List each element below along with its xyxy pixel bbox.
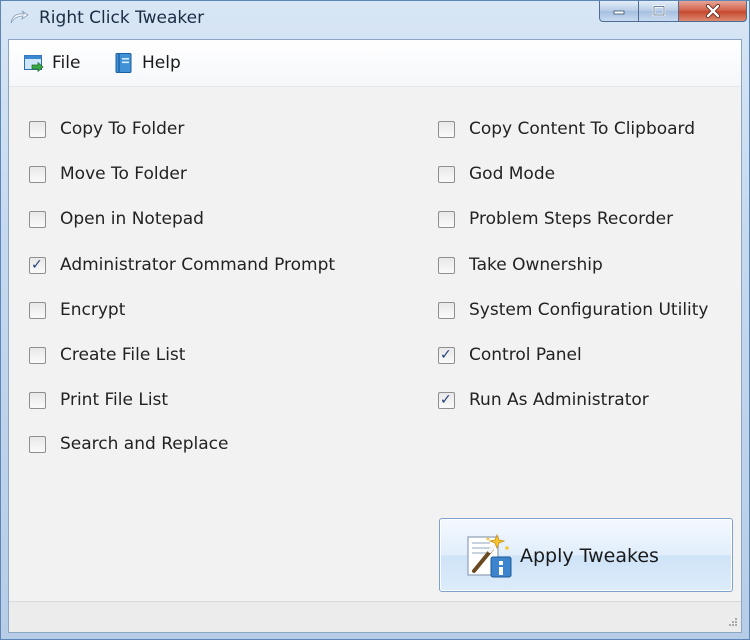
maximize-button[interactable] xyxy=(639,1,679,22)
option-label: Print File List xyxy=(60,390,169,410)
option-label: God Mode xyxy=(469,164,556,184)
check-icon: ✓ xyxy=(440,346,452,363)
menu-help[interactable]: Help xyxy=(113,50,181,76)
option-run-as-administrator[interactable]: ✓ Run As Administrator xyxy=(438,387,649,413)
menu-help-label: Help xyxy=(142,53,181,73)
app-icon xyxy=(10,10,29,24)
option-print-file-list[interactable]: Print File List xyxy=(29,387,168,413)
option-open-in-notepad[interactable]: Open in Notepad xyxy=(29,206,204,232)
option-control-panel[interactable]: ✓ Control Panel xyxy=(438,342,582,368)
option-label: Copy Content To Clipboard xyxy=(469,119,696,139)
window-controls xyxy=(599,1,747,23)
checkbox[interactable] xyxy=(29,435,46,453)
app-window: Right Click Tweaker File Help Copy To Fo… xyxy=(0,0,750,640)
minimize-button[interactable] xyxy=(599,1,639,22)
option-move-to-folder[interactable]: Move To Folder xyxy=(29,161,187,187)
option-label: Copy To Folder xyxy=(60,119,185,139)
menu-file[interactable]: File xyxy=(23,50,80,76)
checkbox[interactable] xyxy=(29,346,46,364)
menu-bar: File Help xyxy=(9,40,741,87)
checkbox[interactable] xyxy=(438,210,455,228)
checkbox[interactable] xyxy=(29,301,46,319)
magic-wand-icon xyxy=(467,533,512,578)
option-label: Search and Replace xyxy=(60,434,229,454)
option-copy-to-folder[interactable]: Copy To Folder xyxy=(29,116,184,142)
option-label: Take Ownership xyxy=(469,255,603,275)
option-label: Administrator Command Prompt xyxy=(60,255,336,275)
checkbox[interactable] xyxy=(29,120,46,138)
option-label: Control Panel xyxy=(469,345,582,365)
checkbox[interactable]: ✓ xyxy=(29,256,46,274)
apply-tweakes-button[interactable]: Apply Tweakes xyxy=(439,518,733,592)
option-system-configuration-utility[interactable]: System Configuration Utility xyxy=(438,297,709,323)
checkbox[interactable] xyxy=(29,210,46,228)
checkbox[interactable] xyxy=(29,165,46,183)
checkbox[interactable]: ✓ xyxy=(438,346,455,364)
minimize-icon xyxy=(613,10,625,15)
option-label: Move To Folder xyxy=(60,164,187,184)
close-button[interactable] xyxy=(679,1,747,22)
client-area: File Help Copy To Folder Move To Folder … xyxy=(8,39,742,633)
option-label: Problem Steps Recorder xyxy=(469,209,674,229)
resize-grip-icon[interactable] xyxy=(724,615,738,629)
option-label: Run As Administrator xyxy=(469,390,649,410)
menu-file-label: File xyxy=(52,53,81,73)
checkbox[interactable]: ✓ xyxy=(438,391,455,409)
option-label: System Configuration Utility xyxy=(469,300,709,320)
check-icon: ✓ xyxy=(440,391,452,408)
option-label: Encrypt xyxy=(60,300,126,320)
checkbox[interactable] xyxy=(438,120,455,138)
help-icon xyxy=(115,53,132,73)
checkbox[interactable] xyxy=(438,301,455,319)
check-icon: ✓ xyxy=(31,256,43,273)
checkbox[interactable] xyxy=(438,165,455,183)
option-copy-content-to-clipboard[interactable]: Copy Content To Clipboard xyxy=(438,116,695,142)
option-search-and-replace[interactable]: Search and Replace xyxy=(29,431,228,457)
title-bar[interactable]: Right Click Tweaker xyxy=(1,1,749,37)
checkbox[interactable] xyxy=(29,391,46,409)
status-bar xyxy=(9,601,741,632)
close-icon xyxy=(705,4,720,18)
file-icon xyxy=(24,55,44,73)
maximize-icon xyxy=(652,5,665,17)
option-problem-steps-recorder[interactable]: Problem Steps Recorder xyxy=(438,206,673,232)
option-administrator-command-prompt[interactable]: ✓ Administrator Command Prompt xyxy=(29,252,335,278)
option-take-ownership[interactable]: Take Ownership xyxy=(438,252,603,278)
window-title: Right Click Tweaker xyxy=(39,8,205,28)
option-god-mode[interactable]: God Mode xyxy=(438,161,555,187)
option-encrypt[interactable]: Encrypt xyxy=(29,297,125,323)
apply-tweakes-label: Apply Tweakes xyxy=(520,545,659,567)
option-label: Open in Notepad xyxy=(60,209,204,229)
option-create-file-list[interactable]: Create File List xyxy=(29,342,185,368)
option-label: Create File List xyxy=(60,345,186,365)
checkbox[interactable] xyxy=(438,256,455,274)
